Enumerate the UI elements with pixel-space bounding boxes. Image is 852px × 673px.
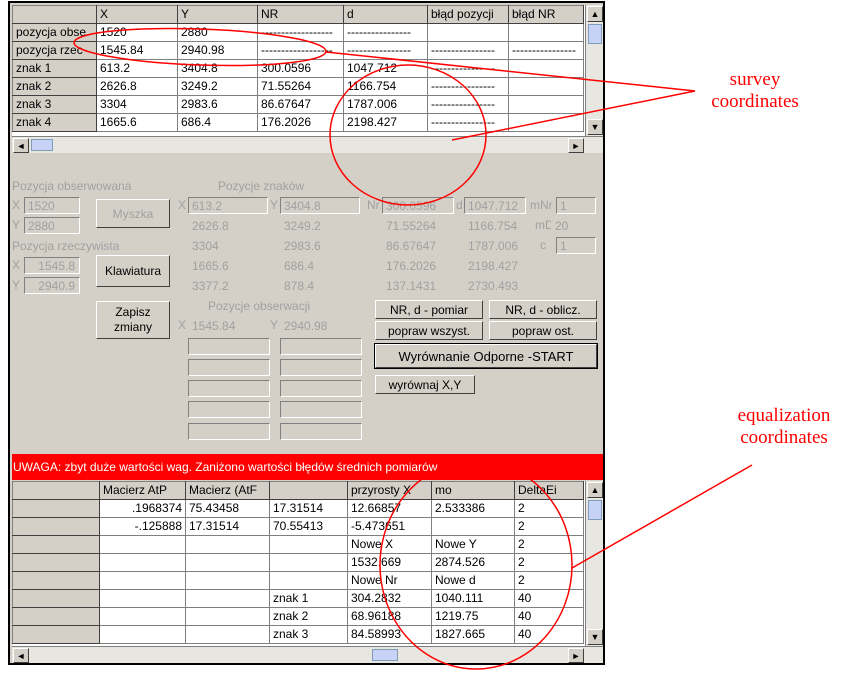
survey-pointer-2 [451,90,696,141]
equalization-pointer [571,464,753,569]
survey-ellipse-small [73,27,327,67]
equalization-annotation-line2: coordinates [740,427,828,448]
survey-coordinates-annotation: survey coordinates [690,69,820,113]
equalization-annotation-line1: equalization [737,405,831,426]
survey-annotation-line2: coordinates [711,91,799,112]
equalization-ellipse [379,460,573,670]
survey-ellipse-large [329,64,487,206]
survey-pointer-1 [325,51,696,92]
survey-annotation-line1: survey [729,69,781,90]
equalization-coordinates-annotation: equalization coordinates [720,405,848,449]
